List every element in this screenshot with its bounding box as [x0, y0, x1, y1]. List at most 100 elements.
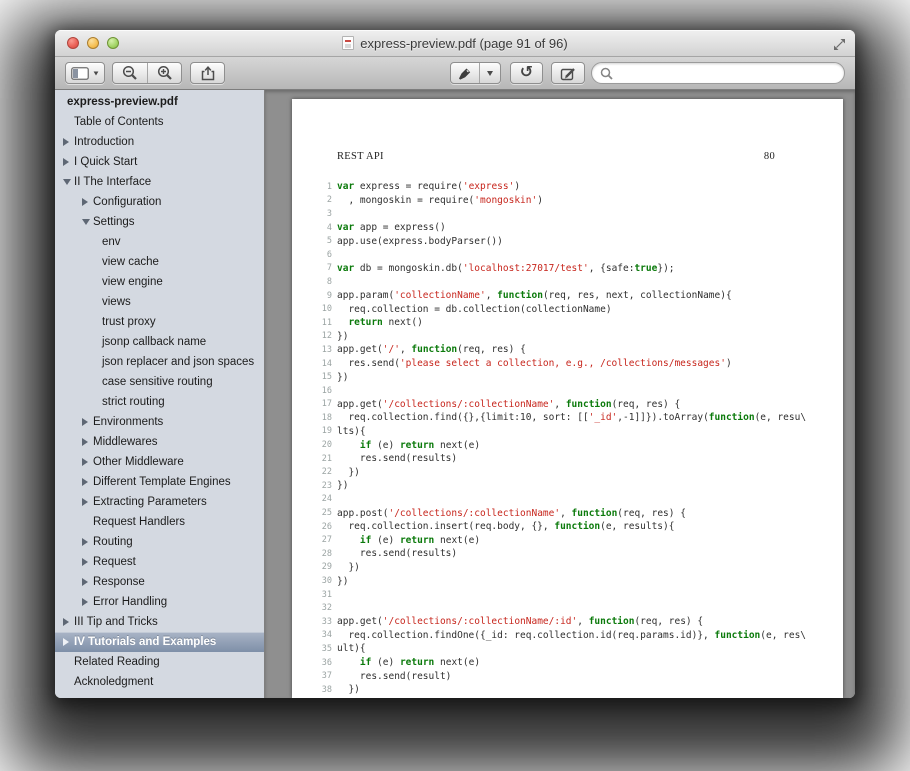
line-number: 11 [321, 317, 332, 328]
disclosure-triangle-icon[interactable] [63, 618, 69, 626]
line-number: 34 [321, 630, 332, 641]
sidebar-item[interactable]: Related Reading [55, 652, 264, 672]
line-number: 7 [326, 263, 332, 274]
sidebar-item-label: Environments [93, 416, 164, 428]
sidebar-item[interactable]: Error Handling [55, 592, 264, 612]
code-text: res.send(results) [337, 548, 458, 560]
disclosure-triangle-icon[interactable] [82, 198, 88, 206]
sidebar-item[interactable]: strict routing [55, 392, 264, 412]
disclosure-triangle-icon[interactable] [82, 219, 90, 225]
sidebar-item[interactable]: Introduction [55, 132, 264, 152]
line-number: 22 [321, 467, 332, 478]
code-text: }) [337, 330, 349, 342]
line-number: 12 [321, 331, 332, 342]
sidebar-item[interactable]: trust proxy [55, 312, 264, 332]
code-line: 32 [292, 601, 843, 615]
disclosure-triangle-icon[interactable] [63, 138, 69, 146]
line-number: 2 [326, 195, 332, 206]
minimize-button[interactable] [87, 37, 99, 49]
code-line: 19 lts){ [292, 425, 843, 439]
sidebar-item[interactable]: III Tip and Tricks [55, 612, 264, 632]
code-line: 4 var app = express() [292, 221, 843, 235]
sidebar-item[interactable]: Routing [55, 532, 264, 552]
markup-button[interactable] [551, 62, 585, 84]
sidebar-item-label: Error Handling [93, 596, 168, 608]
rotate-left-button[interactable]: ↺ [510, 62, 543, 84]
disclosure-triangle-icon[interactable] [82, 478, 88, 486]
disclosure-triangle-icon[interactable] [82, 438, 88, 446]
code-text: app.get('/collections/:collectionName', … [337, 398, 681, 410]
sidebar-item[interactable]: Request [55, 552, 264, 572]
search-field[interactable] [591, 62, 845, 84]
sidebar-item[interactable]: Extracting Parameters [55, 492, 264, 512]
sidebar-item[interactable]: express-preview.pdf [55, 92, 264, 112]
preview-window: express-preview.pdf (page 91 of 96) ↺ ex… [55, 30, 855, 698]
sidebar-item[interactable]: env [55, 232, 264, 252]
line-number: 31 [321, 589, 332, 600]
sidebar-item-label: Acknoledgment [74, 676, 154, 688]
sidebar-item[interactable]: Middlewares [55, 432, 264, 452]
disclosure-triangle-icon[interactable] [82, 458, 88, 466]
sidebar-item-label: Configuration [93, 196, 162, 208]
sidebar-item-label: view engine [102, 276, 163, 288]
sidebar-item[interactable]: Request Handlers [55, 512, 264, 532]
zoom-out-button[interactable] [113, 63, 147, 83]
disclosure-triangle-icon[interactable] [82, 598, 88, 606]
sidebar-item-label: Settings [93, 216, 135, 228]
disclosure-triangle-icon[interactable] [63, 158, 69, 166]
line-number: 3 [326, 208, 332, 219]
markup-pencil-icon [560, 67, 575, 80]
sidebar-item[interactable]: Table of Contents [55, 112, 264, 132]
sidebar-item[interactable]: Settings [55, 212, 264, 232]
line-number: 27 [321, 535, 332, 546]
sidebar-item[interactable]: Other Middleware [55, 452, 264, 472]
line-number: 5 [326, 236, 332, 247]
disclosure-triangle-icon[interactable] [82, 558, 88, 566]
line-number: 38 [321, 684, 332, 695]
sidebar-toggle-button[interactable] [65, 62, 105, 84]
highlight-button[interactable] [451, 63, 479, 83]
sidebar-item[interactable]: Environments [55, 412, 264, 432]
sidebar-item[interactable]: Acknoledgment [55, 672, 264, 692]
sidebar-item[interactable]: view engine [55, 272, 264, 292]
disclosure-triangle-icon[interactable] [63, 179, 71, 185]
code-text: app.get('/', function(req, res) { [337, 344, 526, 356]
sidebar-item[interactable]: views [55, 292, 264, 312]
share-button[interactable] [190, 62, 225, 84]
disclosure-triangle-icon[interactable] [63, 638, 69, 646]
sidebar-item[interactable]: case sensitive routing [55, 372, 264, 392]
code-line: 1 var express = require('express') [292, 180, 843, 194]
code-line: 37 res.send(result) [292, 669, 843, 683]
code-line: 24 [292, 493, 843, 507]
zoom-button[interactable] [107, 37, 119, 49]
zoom-in-button[interactable] [147, 63, 181, 83]
pdf-viewport[interactable]: REST API 80 1 var express = require('expr… [265, 90, 855, 698]
sidebar-item[interactable]: Response [55, 572, 264, 592]
line-number: 13 [321, 344, 332, 355]
code-text: app.post('/collections/:collectionName',… [337, 507, 686, 519]
disclosure-triangle-icon[interactable] [82, 538, 88, 546]
line-number: 33 [321, 616, 332, 627]
chevron-down-icon [93, 71, 99, 75]
sidebar-item-label: Table of Contents [74, 116, 164, 128]
disclosure-triangle-icon[interactable] [82, 498, 88, 506]
sidebar-item[interactable]: IV Tutorials and Examples [55, 632, 264, 652]
fullscreen-button[interactable] [833, 38, 846, 56]
sidebar-item[interactable]: jsonp callback name [55, 332, 264, 352]
close-button[interactable] [67, 37, 79, 49]
highlight-dropdown-button[interactable] [479, 63, 500, 83]
sidebar-item-label: Request Handlers [93, 516, 186, 528]
code-text: res.send(results) [337, 453, 458, 465]
code-text: var express = require('express') [337, 181, 521, 193]
sidebar-item[interactable]: Configuration [55, 192, 264, 212]
sidebar-item[interactable]: json replacer and json spaces [55, 352, 264, 372]
sidebar-item[interactable]: I Quick Start [55, 152, 264, 172]
disclosure-triangle-icon[interactable] [82, 578, 88, 586]
code-line: 20 if (e) return next(e) [292, 438, 843, 452]
code-line: 28 res.send(results) [292, 547, 843, 561]
sidebar-item[interactable]: view cache [55, 252, 264, 272]
search-input[interactable] [617, 67, 836, 79]
sidebar-item[interactable]: Different Template Engines [55, 472, 264, 492]
sidebar-item[interactable]: II The Interface [55, 172, 264, 192]
disclosure-triangle-icon[interactable] [82, 418, 88, 426]
